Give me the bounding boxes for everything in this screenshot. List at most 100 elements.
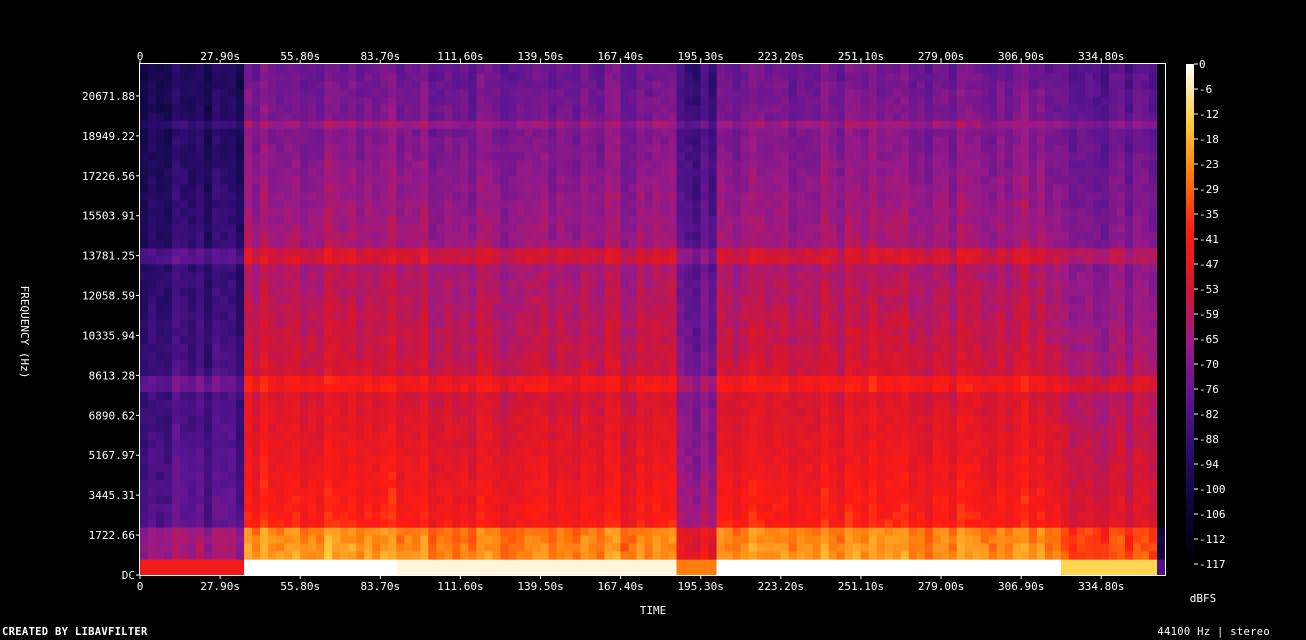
- spectrogram-cell: [324, 159, 333, 169]
- spectrogram-cell: [364, 471, 373, 480]
- spectrogram-cell: [268, 111, 277, 121]
- spectrogram-cell: [276, 407, 285, 416]
- spectrogram-cell: [700, 551, 710, 560]
- spectrogram-cell: [404, 399, 413, 408]
- spectrogram-cell: [156, 287, 165, 297]
- spectrogram-cell: [404, 447, 413, 456]
- spectrogram-cell: [252, 415, 261, 424]
- spectrogram-cell: [356, 135, 365, 145]
- spectrogram-cell: [156, 559, 165, 568]
- spectrogram-cell: [564, 319, 574, 329]
- spectrogram-cell: [636, 231, 646, 241]
- spectrogram-cell: [364, 567, 373, 576]
- spectrogram-cell: [540, 503, 549, 512]
- spectrogram-cell: [748, 263, 758, 273]
- spectrogram-cell: [316, 231, 325, 241]
- spectrogram-cell: [436, 415, 445, 424]
- spectrogram-cell: [604, 279, 614, 289]
- spectrogram-cell: [220, 151, 229, 161]
- spectrogram-cell: [644, 351, 654, 361]
- spectrogram-cell: [228, 423, 237, 432]
- spectrogram-cell: [356, 343, 365, 353]
- spectrogram-cell: [452, 335, 461, 345]
- spectrogram-cell: [628, 183, 638, 193]
- spectrogram-cell: [244, 351, 253, 361]
- spectrogram-cell: [596, 375, 606, 384]
- spectrogram-cell: [428, 167, 437, 177]
- spectrogram-cell: [268, 423, 277, 432]
- spectrogram-cell: [140, 535, 149, 544]
- spectrogram-cell: [180, 71, 189, 81]
- spectrogram-cell: [220, 215, 229, 225]
- spectrogram-cell: [236, 567, 245, 576]
- spectrogram-cell: [524, 423, 533, 432]
- spectrogram-cell: [596, 231, 606, 241]
- spectrogram-cell: [420, 375, 429, 384]
- spectrogram-cell: [740, 559, 750, 568]
- spectrogram-cell: [236, 359, 245, 368]
- spectrogram-cell: [444, 167, 453, 177]
- spectrogram-cell: [724, 103, 734, 113]
- spectrogram-cell: [316, 351, 325, 361]
- spectrogram-cell: [308, 439, 317, 448]
- spectrogram-cell: [372, 463, 381, 472]
- spectrogram-cell: [356, 175, 365, 185]
- spectrogram-cell: [340, 111, 349, 121]
- spectrogram-cell: [324, 191, 333, 201]
- spectrogram-cell: [220, 423, 229, 432]
- spectrogram-cell: [588, 247, 598, 257]
- spectrogram-cell: [588, 215, 598, 225]
- spectrogram-cell: [212, 127, 221, 137]
- spectrogram-cell: [308, 471, 317, 480]
- spectrogram-cell: [388, 183, 397, 193]
- spectrogram-cell: [396, 535, 405, 544]
- spectrogram-cell: [244, 311, 253, 321]
- spectrogram-cell: [188, 391, 197, 400]
- spectrogram-cell: [756, 383, 766, 392]
- spectrogram-cell: [148, 327, 157, 337]
- spectrogram-cell: [156, 239, 165, 249]
- spectrogram-cell: [612, 207, 622, 217]
- spectrogram-cell: [172, 391, 181, 400]
- spectrogram-cell: [588, 351, 598, 361]
- spectrogram-cell: [268, 391, 277, 400]
- spectrogram-cell: [212, 151, 221, 161]
- spectrogram-cell: [220, 407, 229, 416]
- spectrogram-cell: [404, 199, 413, 209]
- spectrogram-cell: [164, 455, 173, 464]
- spectrogram-cell: [708, 511, 718, 520]
- spectrogram-cell: [452, 71, 461, 81]
- spectrogram-cell: [668, 239, 678, 249]
- spectrogram-cell: [532, 295, 541, 305]
- spectrogram-cell: [412, 159, 421, 169]
- spectrogram-cell: [700, 479, 710, 488]
- spectrogram-cell: [604, 119, 614, 129]
- spectrogram-cell: [548, 167, 558, 177]
- spectrogram-cell: [252, 71, 261, 81]
- spectrogram-cell: [420, 295, 429, 305]
- spectrogram-cell: [204, 359, 213, 368]
- spectrogram-cell: [292, 135, 301, 145]
- spectrogram-cell: [212, 215, 221, 225]
- spectrogram-cell: [180, 455, 189, 464]
- spectrogram-cell: [756, 439, 766, 448]
- spectrogram-cell: [708, 247, 718, 257]
- spectrogram-cell: [708, 543, 718, 552]
- spectrogram-cell: [340, 343, 349, 353]
- spectrogram-cell: [380, 519, 389, 528]
- spectrogram-cell: [716, 335, 726, 345]
- spectrogram-cell: [172, 207, 181, 217]
- spectrogram-cell: [380, 191, 389, 201]
- spectrogram-cell: [556, 359, 566, 368]
- spectrogram-cell: [308, 127, 317, 137]
- spectrogram-cell: [540, 319, 549, 329]
- spectrogram-cell: [284, 103, 293, 113]
- spectrogram-cell: [532, 495, 541, 504]
- spectrogram-cell: [180, 407, 189, 416]
- spectrogram-cell: [556, 519, 566, 528]
- spectrogram-cell: [524, 311, 533, 321]
- spectrogram-cell: [196, 119, 205, 129]
- spectrogram-cell: [396, 111, 405, 121]
- spectrogram-cell: [524, 559, 533, 568]
- spectrogram-cell: [356, 159, 365, 169]
